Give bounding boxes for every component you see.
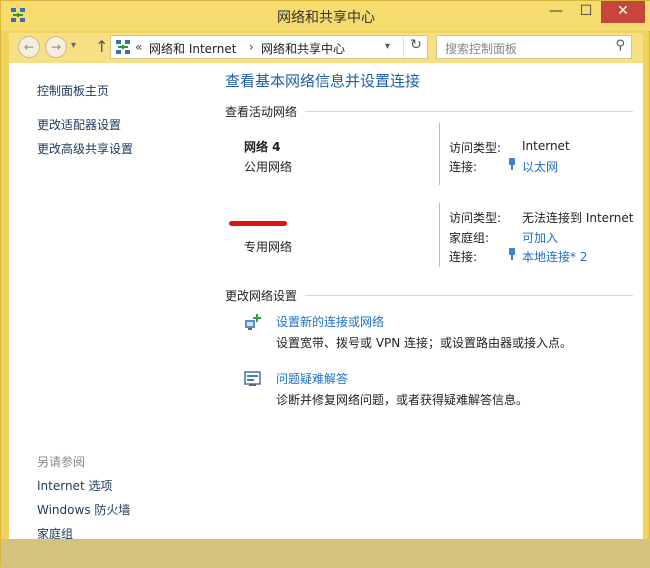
network1-access-label: 访问类型: (449, 141, 502, 155)
sidebar-item-change-adapter[interactable]: 更改适配器设置 (37, 116, 121, 133)
up-button[interactable]: ↑ (95, 37, 108, 56)
search-box[interactable]: 搜索控制面板 ⚲ (436, 35, 632, 59)
ethernet-icon (509, 158, 515, 170)
breadcrumb-arrow[interactable]: › (249, 40, 254, 54)
network2-connection-label: 连接: (449, 250, 478, 264)
sidebar-item-control-panel-home[interactable]: 控制面板主页 (37, 82, 109, 99)
page-title: 查看基本网络信息并设置连接 (225, 72, 421, 90)
network1-connection-label: 连接: (449, 160, 478, 174)
address-dropdown-icon[interactable]: ▾ (385, 41, 390, 52)
navigation-bar: ← → ▾ ↑ « 网络和 Internet › 网络和共享中心 ▾ ↻ 搜索控… (9, 33, 643, 63)
breadcrumb-network-internet[interactable]: 网络和 Internet (149, 40, 236, 57)
divider (305, 295, 633, 296)
network2-access-label: 访问类型: (449, 211, 502, 225)
window-bottom-edge (1, 539, 650, 568)
active-networks-heading: 查看活动网络 (225, 105, 298, 119)
minimize-button[interactable]: — (541, 1, 571, 23)
back-button[interactable]: ← (18, 36, 40, 58)
see-also-caption: 另请参阅 (37, 455, 86, 469)
network1-category[interactable]: 公用网络 (244, 158, 292, 175)
troubleshoot-link[interactable]: 问题疑难解答 (276, 370, 348, 387)
content-area: 控制面板主页 更改适配器设置 更改高级共享设置 另请参阅 Internet 选项… (9, 63, 643, 541)
network1-name: 网络 4 (244, 140, 281, 154)
title-bar[interactable]: 网络和共享中心 — ☐ ✕ (1, 1, 650, 31)
setup-new-connection-description: 设置宽带、拨号或 VPN 连接；或设置路由器或接入点。 (276, 336, 573, 350)
network1-connection-link[interactable]: 以太网 (522, 158, 558, 175)
forward-button[interactable]: → (45, 36, 67, 58)
breadcrumb-overflow[interactable]: « (135, 40, 142, 54)
sidebar-item-advanced-sharing[interactable]: 更改高级共享设置 (37, 140, 133, 157)
maximize-button[interactable]: ☐ (571, 1, 601, 23)
network1-access-value: Internet (522, 139, 570, 153)
redacted-network-name (229, 221, 287, 226)
close-button[interactable]: ✕ (601, 1, 645, 23)
network2-access-value: 无法连接到 Internet (522, 211, 634, 225)
address-bar[interactable]: « 网络和 Internet › 网络和共享中心 ▾ ↻ (110, 35, 428, 59)
sidebar-item-windows-firewall[interactable]: Windows 防火墙 (37, 501, 130, 518)
search-icon[interactable]: ⚲ (615, 38, 625, 53)
network2-homegroup-link[interactable]: 可加入 (522, 229, 558, 246)
troubleshoot-description: 诊断并修复网络问题，或者获得疑难解答信息。 (276, 393, 529, 407)
setup-new-connection-link[interactable]: 设置新的连接或网络 (276, 313, 384, 330)
window: 网络和共享中心 — ☐ ✕ ← → ▾ ↑ « 网络和 Internet › 网… (0, 0, 650, 568)
search-placeholder: 搜索控制面板 (445, 42, 518, 56)
divider (439, 203, 440, 267)
network2-homegroup-label: 家庭组: (449, 231, 490, 245)
refresh-button[interactable]: ↻ (403, 37, 428, 57)
recent-locations-chevron-icon[interactable]: ▾ (71, 40, 76, 51)
network-center-icon (116, 40, 130, 54)
connection-icon (509, 248, 515, 260)
sidebar-item-internet-options[interactable]: Internet 选项 (37, 477, 112, 494)
troubleshoot-icon (244, 371, 261, 386)
new-connection-icon (245, 314, 261, 330)
breadcrumb-network-sharing-center[interactable]: 网络和共享中心 (261, 40, 345, 57)
network2-category[interactable]: 专用网络 (244, 238, 292, 255)
divider (439, 123, 440, 185)
change-settings-heading: 更改网络设置 (225, 289, 298, 303)
divider (305, 111, 633, 112)
network2-connection-link[interactable]: 本地连接* 2 (522, 248, 587, 265)
